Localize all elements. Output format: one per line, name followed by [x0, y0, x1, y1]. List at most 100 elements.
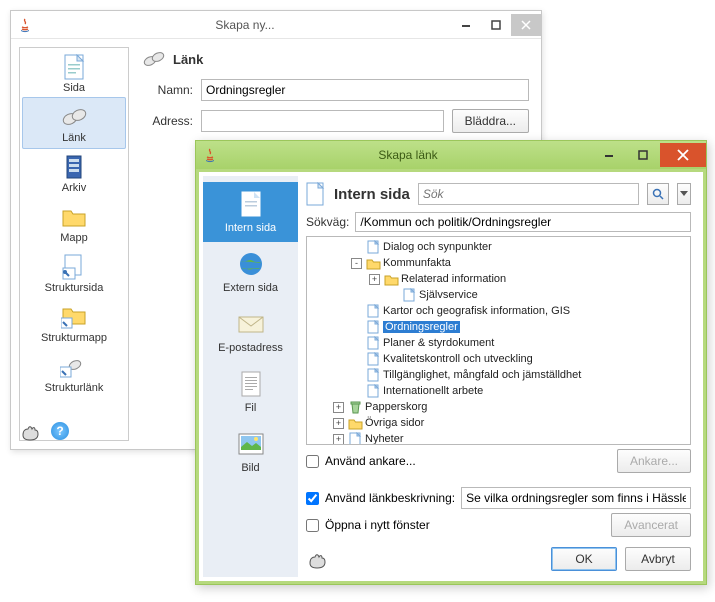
- path-label: Sökväg:: [306, 215, 349, 229]
- page-icon: [401, 288, 417, 302]
- sidebar-item-lank[interactable]: Länk: [22, 97, 126, 149]
- tree-node[interactable]: Internationellt arbete: [307, 383, 690, 399]
- sidebar-item-extern-sida[interactable]: Extern sida: [203, 242, 298, 302]
- tree-toggle-icon[interactable]: +: [333, 434, 344, 445]
- tree-node[interactable]: +Nyheter: [307, 431, 690, 445]
- struct-page-icon: [58, 254, 90, 280]
- window-title: Skapa länk: [224, 148, 592, 162]
- hand-icon[interactable]: [19, 421, 43, 441]
- search-button[interactable]: [647, 183, 669, 205]
- open-new-window-checkbox[interactable]: [306, 519, 319, 532]
- tree-node-label: Papperskorg: [365, 401, 427, 413]
- tree-toggle-icon[interactable]: +: [333, 402, 344, 413]
- tree-node[interactable]: Kartor och geografisk information, GIS: [307, 303, 690, 319]
- path-input[interactable]: [355, 212, 691, 232]
- ok-button[interactable]: OK: [551, 547, 617, 571]
- tree-toggle-icon[interactable]: +: [369, 274, 380, 285]
- sidebar-item-label: Extern sida: [223, 282, 278, 294]
- tree-toggle-icon[interactable]: +: [333, 418, 344, 429]
- page-icon: [365, 304, 381, 318]
- tree-node-label: Planer & styrdokument: [383, 337, 494, 349]
- sidebar-item-epost[interactable]: E-postadress: [203, 302, 298, 362]
- maximize-button[interactable]: [626, 143, 660, 167]
- cancel-button[interactable]: Avbryt: [625, 547, 691, 571]
- folder-icon: [365, 256, 381, 270]
- page-icon: [365, 384, 381, 398]
- page-icon: [306, 182, 326, 206]
- archive-icon: [58, 154, 90, 180]
- tree-node[interactable]: Tillgänglighet, mångfald och jämställdhe…: [307, 367, 690, 383]
- tree-node-label: Tillgänglighet, mångfald och jämställdhe…: [383, 369, 581, 381]
- page-icon: [58, 54, 90, 80]
- sidebar-item-mapp[interactable]: Mapp: [20, 198, 128, 248]
- tree-node[interactable]: - Kommunfakta: [307, 255, 690, 271]
- sidebar-item-label: Arkiv: [62, 182, 86, 194]
- use-description-checkbox[interactable]: [306, 492, 319, 505]
- page-tree[interactable]: Dialog och synpunkter - Kommunfakta +Relate…: [306, 236, 691, 445]
- sidebar-item-label: Strukturlänk: [45, 382, 104, 394]
- create-link-dialog: Skapa länk Intern sida Extern sida E-pos…: [195, 140, 707, 585]
- link-icon: [58, 104, 90, 130]
- sidebar-item-fil[interactable]: Fil: [203, 362, 298, 422]
- sidebar-item-sida[interactable]: Sida: [20, 48, 128, 98]
- tree-node[interactable]: Dialog och synpunkter: [307, 239, 690, 255]
- tree-node-label: Kommunfakta: [383, 257, 451, 269]
- page-icon: [365, 368, 381, 382]
- description-input[interactable]: [461, 487, 691, 509]
- titlebar[interactable]: Skapa ny...: [11, 11, 541, 39]
- sidebar-item-strukturmapp[interactable]: Strukturmapp: [20, 298, 128, 348]
- sidebar-item-label: Sida: [63, 82, 85, 94]
- tree-node[interactable]: +Övriga sidor: [307, 415, 690, 431]
- sidebar-item-label: E-postadress: [218, 342, 283, 354]
- anchor-button[interactable]: Ankare...: [617, 449, 691, 473]
- link-icon: [141, 49, 167, 69]
- maximize-button[interactable]: [481, 14, 511, 36]
- tree-node-label: Självservice: [419, 289, 478, 301]
- use-description-label: Använd länkbeskrivning:: [325, 491, 455, 505]
- folder-icon: [347, 416, 363, 430]
- open-new-window-label: Öppna i nytt fönster: [325, 518, 430, 532]
- tree-node[interactable]: Ordningsregler: [307, 319, 690, 335]
- struct-folder-icon: [58, 304, 90, 330]
- minimize-button[interactable]: [592, 143, 626, 167]
- sidebar-item-label: Strukturmapp: [41, 332, 107, 344]
- sidebar-item-bild[interactable]: Bild: [203, 422, 298, 482]
- sidebar-item-strukturlank[interactable]: Strukturlänk: [20, 348, 128, 398]
- titlebar[interactable]: Skapa länk: [196, 141, 706, 169]
- tree-node-label: Dialog och synpunkter: [383, 241, 492, 253]
- address-label: Adress:: [141, 114, 193, 128]
- search-icon: [652, 188, 664, 200]
- java-icon: [17, 17, 33, 33]
- address-input[interactable]: [201, 110, 444, 132]
- link-type-sidebar: Intern sida Extern sida E-postadress Fil…: [203, 176, 298, 577]
- sidebar-item-label: Struktursida: [45, 282, 104, 294]
- search-dropdown-button[interactable]: [677, 183, 691, 205]
- tree-node[interactable]: Planer & styrdokument: [307, 335, 690, 351]
- name-input[interactable]: [201, 79, 529, 101]
- panel-title: Intern sida: [334, 186, 410, 203]
- page-icon: [365, 240, 381, 254]
- close-button[interactable]: [511, 14, 541, 36]
- tree-node[interactable]: +Relaterad information: [307, 271, 690, 287]
- sidebar-item-label: Intern sida: [225, 222, 276, 234]
- tree-node-label: Ordningsregler: [383, 321, 460, 333]
- search-input[interactable]: [418, 183, 639, 205]
- panel-title: Länk: [173, 52, 203, 67]
- help-icon[interactable]: ?: [51, 422, 69, 440]
- tree-node-label: Kvalitetskontroll och utveckling: [383, 353, 533, 365]
- folder-icon: [58, 204, 90, 230]
- minimize-button[interactable]: [451, 14, 481, 36]
- hand-icon[interactable]: [306, 549, 330, 569]
- close-button[interactable]: [660, 143, 706, 167]
- sidebar-item-label: Mapp: [60, 232, 88, 244]
- browse-button[interactable]: Bläddra...: [452, 109, 529, 133]
- advanced-button[interactable]: Avancerat: [611, 513, 691, 537]
- tree-node[interactable]: Självservice: [307, 287, 690, 303]
- sidebar-item-struktursida[interactable]: Struktursida: [20, 248, 128, 298]
- sidebar-item-intern-sida[interactable]: Intern sida: [203, 182, 298, 242]
- use-anchor-checkbox[interactable]: [306, 455, 319, 468]
- tree-node[interactable]: Kvalitetskontroll och utveckling: [307, 351, 690, 367]
- tree-toggle-icon[interactable]: -: [351, 258, 362, 269]
- sidebar-item-arkiv[interactable]: Arkiv: [20, 148, 128, 198]
- tree-node[interactable]: + Papperskorg: [307, 399, 690, 415]
